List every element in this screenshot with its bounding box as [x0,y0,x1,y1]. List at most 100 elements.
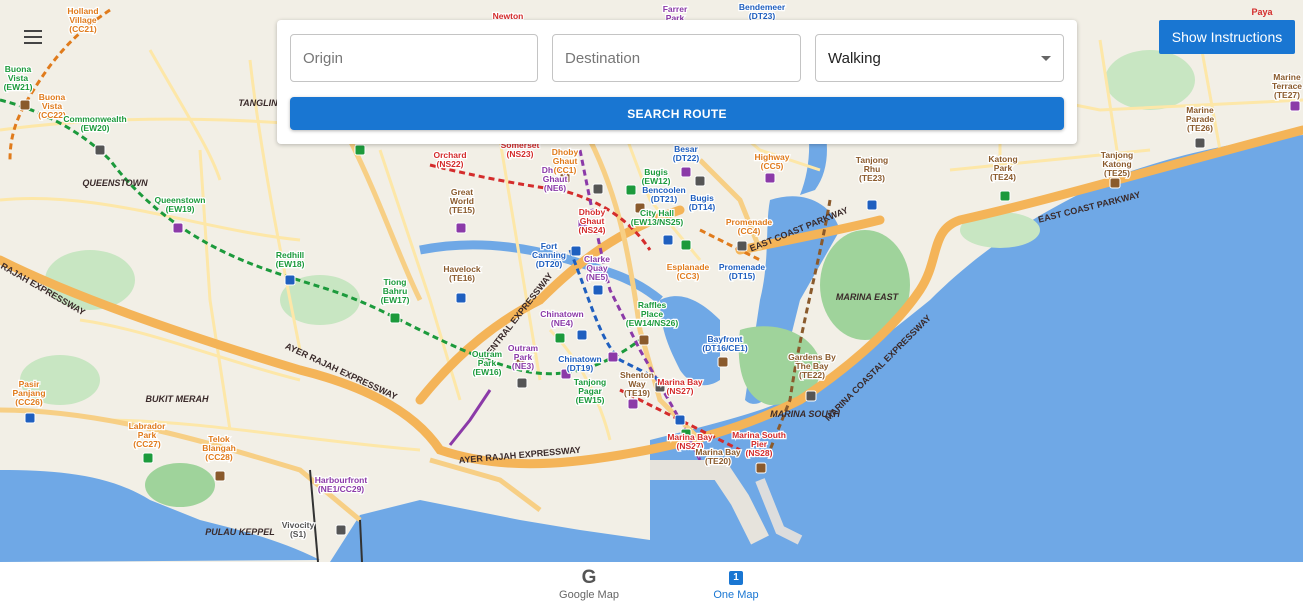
mrt-station-icon[interactable] [24,412,36,424]
station-label: (CC26) [15,397,43,407]
station-label: (EW15) [576,395,605,405]
mrt-station-icon[interactable] [805,390,817,402]
mrt-station-icon[interactable] [554,332,566,344]
station-label: (TE27) [1274,90,1300,100]
station-label: (TE25) [1104,168,1130,178]
destination-input[interactable]: Destination [552,34,801,82]
onemap-icon: 1 [729,571,743,585]
bottom-tab-bar: G Google Map 1 One Map [0,562,1303,610]
mrt-station-icon[interactable] [638,334,650,346]
station-label: (EW19) [166,204,195,214]
mrt-station-icon[interactable] [354,144,366,156]
mrt-station-icon[interactable] [172,222,184,234]
google-icon: G [581,567,597,588]
station-label: (NS27) [667,386,694,396]
mrt-station-icon[interactable] [335,524,347,536]
origin-input[interactable]: Origin [290,34,538,82]
station-label: (EW20) [81,123,110,133]
mrt-station-icon[interactable] [662,234,674,246]
mrt-station-icon[interactable] [214,470,226,482]
mrt-station-icon[interactable] [1194,137,1206,149]
mrt-station-icon[interactable] [570,245,582,257]
mrt-station-icon[interactable] [1109,177,1121,189]
mrt-station-icon[interactable] [755,462,767,474]
mrt-station-icon[interactable] [625,184,637,196]
travel-mode-select[interactable]: Walking [815,34,1064,82]
station-label: (EW21) [4,82,33,92]
park [1105,50,1195,110]
station-label: (EW17) [381,295,410,305]
station-label: (TE15) [449,205,475,215]
station-label: (NS28) [746,448,773,458]
search-route-button[interactable]: SEARCH ROUTE [290,97,1064,130]
tab-google-map[interactable]: G Google Map [544,567,634,602]
tab-one-map[interactable]: 1 One Map [691,568,781,601]
mrt-station-icon[interactable] [592,284,604,296]
station-label: (EW18) [276,259,305,269]
travel-mode-value: Walking [828,49,881,67]
station-label: (DT22) [673,153,700,163]
area-label: PULAU KEPPEL [205,527,275,537]
mrt-station-icon[interactable] [680,166,692,178]
mrt-station-icon[interactable] [592,183,604,195]
station-label: (CC1) [554,165,577,175]
area-label: TANGLIN [238,98,278,108]
station-label: (NE5) [586,272,608,282]
mrt-station-icon[interactable] [389,312,401,324]
station-label: (NE6) [544,183,566,193]
station-label: (DT14) [689,202,716,212]
dropdown-caret-icon [1041,55,1051,61]
tab-label: One Map [713,589,759,601]
mrt-station-icon[interactable] [680,239,692,251]
tab-label: Google Map [559,589,619,601]
mrt-station-icon[interactable] [764,172,776,184]
station-label: (DT20) [536,259,563,269]
station-label: (CC21) [69,24,97,34]
destination-placeholder: Destination [565,49,641,67]
station-label: (NS23) [507,149,534,159]
road-label: Paya [1251,7,1273,17]
station-label: (TE22) [799,370,825,380]
mrt-station-icon[interactable] [999,190,1011,202]
station-label: (DT16/CE1) [702,343,748,353]
mrt-station-icon[interactable] [455,292,467,304]
station-label: (EW16) [473,367,502,377]
mrt-station-icon[interactable] [284,274,296,286]
mrt-station-icon[interactable] [142,452,154,464]
menu-icon[interactable] [24,30,42,44]
station-label: (CC3) [677,271,700,281]
area-label: MARINA EAST [836,292,900,302]
station-label: (CC5) [761,161,784,171]
mrt-station-icon[interactable] [94,144,106,156]
station-label: (TE24) [990,172,1016,182]
station-label: (DT19) [567,363,594,373]
mrt-station-icon[interactable] [866,199,878,211]
station-label: (TE26) [1187,123,1213,133]
mrt-station-icon[interactable] [674,414,686,426]
mrt-station-icon[interactable] [455,222,467,234]
mrt-station-icon[interactable] [717,356,729,368]
mrt-station-icon[interactable] [694,175,706,187]
station-label: (NS22) [437,159,464,169]
mrt-station-icon[interactable] [1289,100,1301,112]
station-label: (EW14/NS26) [626,318,679,328]
park [145,463,215,507]
area-label: QUEENSTOWN [82,178,148,188]
origin-placeholder: Origin [303,49,344,67]
station-label: (NE1/CC29) [318,484,364,494]
station-label: (TE20) [705,456,731,466]
mrt-station-icon[interactable] [736,240,748,252]
station-label: (CC27) [133,439,161,449]
station-label: (S1) [290,529,306,539]
station-label: (NE4) [551,318,573,328]
mrt-station-icon[interactable] [576,329,588,341]
station-label: (EW13/NS25) [631,217,684,227]
mrt-station-icon[interactable] [516,377,528,389]
mrt-station-icon[interactable] [627,398,639,410]
station-label: (NE3) [512,361,534,371]
mrt-station-icon[interactable] [607,351,619,363]
mrt-station-icon[interactable] [19,99,31,111]
station-label: (DT15) [729,271,756,281]
station-label: (CC4) [738,226,761,236]
show-instructions-button[interactable]: Show Instructions [1159,20,1295,54]
